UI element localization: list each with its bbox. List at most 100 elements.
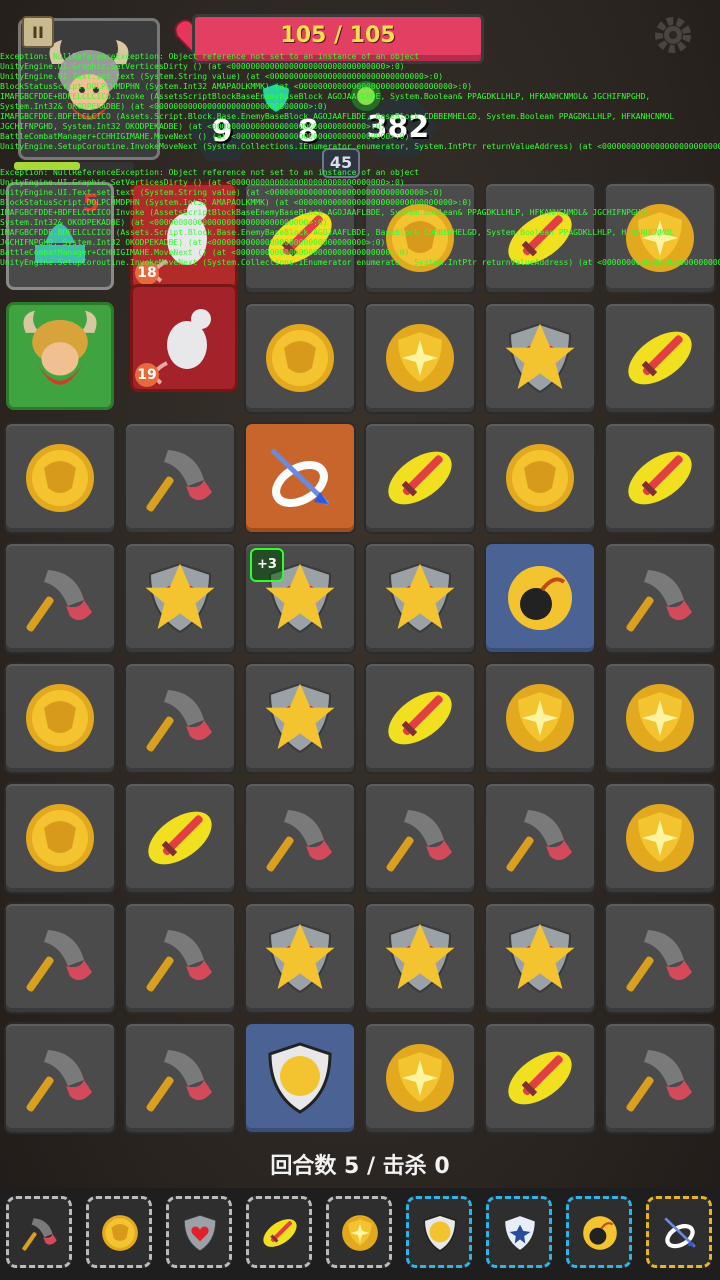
star-icon <box>385 923 455 990</box>
pause-button[interactable]: II <box>22 16 54 48</box>
axe-icon <box>26 1050 92 1112</box>
tray-slot-coin[interactable] <box>86 1196 152 1268</box>
tray-slot-gold-shield[interactable] <box>326 1196 392 1268</box>
star-icon <box>385 563 455 630</box>
tile-axe[interactable] <box>124 662 236 774</box>
axe-icon <box>146 1050 212 1112</box>
sword-icon <box>508 1051 572 1105</box>
tray-slot-shield[interactable] <box>166 1196 232 1268</box>
tray-slot-axe[interactable] <box>6 1196 72 1268</box>
axe-icon <box>266 810 332 872</box>
error-log-top: Exception: NullReferenceException: Objec… <box>0 52 720 151</box>
tile-coin[interactable] <box>4 662 116 774</box>
tile-shield[interactable] <box>364 902 476 1014</box>
tile-coin[interactable] <box>244 302 356 414</box>
axe-icon <box>146 690 212 752</box>
bomb-icon <box>583 1216 617 1250</box>
tile-shield[interactable] <box>484 302 596 414</box>
tile-coin[interactable] <box>4 422 116 534</box>
tile-blue-shield[interactable] <box>244 1022 356 1134</box>
tray-slot-bomb[interactable] <box>566 1196 632 1268</box>
blue-shield-icon <box>423 1214 457 1252</box>
coin-icon <box>26 444 94 512</box>
tile-axe[interactable] <box>604 902 716 1014</box>
tile-gold-shield[interactable] <box>484 662 596 774</box>
axe-icon <box>26 930 92 992</box>
tile-shield[interactable] <box>244 902 356 1014</box>
axe-icon <box>146 450 212 512</box>
sword-icon <box>263 1219 297 1247</box>
tile-sword[interactable] <box>604 422 716 534</box>
star-icon <box>265 683 335 750</box>
axe-icon <box>626 930 692 992</box>
star-icon <box>505 923 575 990</box>
tile-arrow[interactable] <box>244 422 356 534</box>
tile-shield[interactable] <box>364 542 476 654</box>
tile-axe[interactable] <box>124 1022 236 1134</box>
tile-axe[interactable] <box>4 902 116 1014</box>
arrow-icon <box>664 1217 696 1249</box>
star-icon <box>265 923 335 990</box>
tile-sword[interactable] <box>604 302 716 414</box>
tray-slot-blue-shield[interactable] <box>406 1196 472 1268</box>
tile-sword[interactable] <box>484 1022 596 1134</box>
tile-gold-shield[interactable] <box>364 302 476 414</box>
tile-axe[interactable] <box>604 542 716 654</box>
tray-slot-blue-crest[interactable] <box>486 1196 552 1268</box>
turn-kill-status: 回合数 5 / 击杀 0 <box>270 1154 450 1179</box>
tile-axe[interactable] <box>4 1022 116 1134</box>
gold-shield-icon <box>626 804 694 872</box>
blue-shield-icon <box>268 1042 332 1114</box>
gold-shield-icon <box>386 1044 454 1112</box>
enemy-count-badge: 19 <box>135 363 159 387</box>
coin-icon <box>26 804 94 872</box>
shield-icon <box>183 1214 217 1252</box>
error-log-bottom: Exception: NullReferenceException: Objec… <box>0 168 720 267</box>
tile-axe[interactable] <box>244 782 356 894</box>
axe-icon <box>146 930 212 992</box>
tile-axe[interactable] <box>604 1022 716 1134</box>
gold-shield-icon <box>342 1215 378 1251</box>
sword-icon <box>388 451 452 505</box>
tile-gold-shield[interactable] <box>364 1022 476 1134</box>
axe-icon <box>386 810 452 872</box>
sword-icon <box>628 451 692 505</box>
coin-icon <box>506 444 574 512</box>
tile-bomb[interactable] <box>484 542 596 654</box>
tile-gold-shield[interactable] <box>604 782 716 894</box>
star-icon <box>145 563 215 630</box>
axe-icon <box>26 570 92 632</box>
rat-enemy-2[interactable]: 19 <box>130 284 238 392</box>
tile-gold-shield[interactable] <box>604 662 716 774</box>
coin-icon <box>26 684 94 752</box>
tray-slot-arrow[interactable] <box>646 1196 712 1268</box>
tile-sword[interactable] <box>364 422 476 534</box>
viking-icon <box>23 310 97 385</box>
tile-axe[interactable] <box>124 902 236 1014</box>
axe-icon <box>22 1218 57 1251</box>
gold-shield-icon <box>386 324 454 392</box>
tray-slot-sword[interactable] <box>246 1196 312 1268</box>
axe-icon <box>626 570 692 632</box>
star-icon <box>505 323 575 390</box>
tile-sword[interactable] <box>124 782 236 894</box>
tile-shield[interactable] <box>484 902 596 1014</box>
gold-shield-icon <box>506 684 574 752</box>
tile-axe[interactable] <box>484 782 596 894</box>
tile-axe[interactable] <box>4 542 116 654</box>
tile-sword[interactable] <box>364 662 476 774</box>
tile-shield[interactable]: +3 <box>244 542 356 654</box>
tile-coin[interactable] <box>4 782 116 894</box>
tile-axe[interactable] <box>124 422 236 534</box>
bomb-icon <box>508 566 572 630</box>
hero-tile[interactable] <box>6 302 114 410</box>
coin-icon <box>102 1215 138 1251</box>
tile-shield[interactable] <box>124 542 236 654</box>
combo-badge: +3 <box>250 548 284 582</box>
tile-coin[interactable] <box>484 422 596 534</box>
axe-icon <box>506 810 572 872</box>
coin-icon <box>266 324 334 392</box>
tile-shield[interactable] <box>244 662 356 774</box>
sword-icon <box>628 331 692 385</box>
tile-axe[interactable] <box>364 782 476 894</box>
